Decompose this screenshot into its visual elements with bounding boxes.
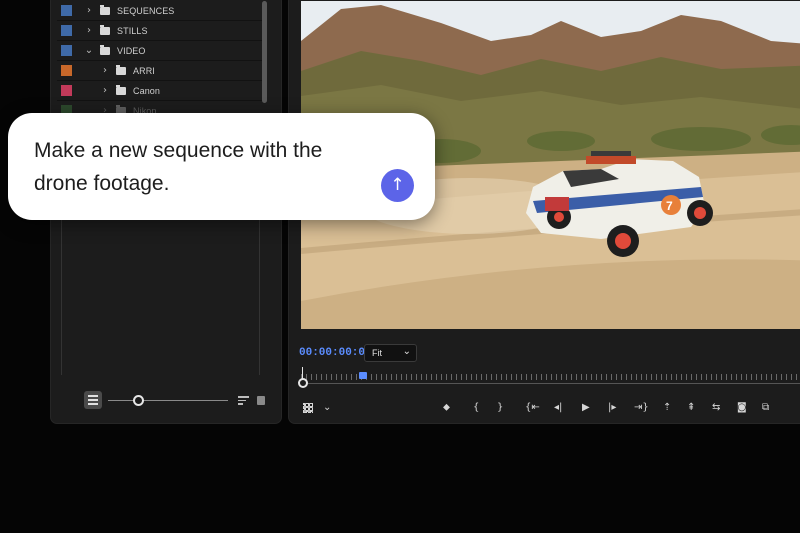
folder-icon: [116, 84, 126, 95]
mark-out-icon[interactable]: }: [497, 399, 503, 417]
project-scrollbar[interactable]: [262, 1, 267, 103]
bin-row[interactable]: › STILLS: [57, 21, 263, 41]
scrubber-handle[interactable]: [298, 378, 308, 388]
bin-row[interactable]: › Canon: [57, 81, 263, 101]
prompt-text[interactable]: Make a new sequence with the drone foota…: [34, 134, 374, 200]
project-footer-toolbar: [81, 391, 271, 411]
folder-icon: [100, 44, 110, 55]
project-bin-list: › SEQUENCES › STILLS ⌄ VIDEO › ARRI › Canon › Nikon: [57, 1, 263, 121]
chevron-right-icon[interactable]: ›: [100, 85, 110, 96]
comparison-view-icon[interactable]: ⧉: [762, 399, 769, 417]
chevron-down-icon[interactable]: ⌄: [323, 399, 331, 417]
step-forward-icon[interactable]: |▸: [608, 399, 616, 417]
label-color-swatch[interactable]: [61, 65, 72, 76]
send-button[interactable]: ↑: [381, 169, 414, 202]
step-back-icon[interactable]: ◂|: [554, 399, 562, 417]
time-ruler-baseline: [301, 383, 800, 384]
transport-controls: ⌄ ⬥ {} {⇤ ◂| ▶ |▸ ⇥} ⇡ ⇞ ⇆ ◙ ⧉: [289, 399, 800, 417]
chevron-right-icon[interactable]: ›: [100, 65, 110, 76]
settings-grid-icon[interactable]: [303, 403, 313, 413]
go-to-out-icon[interactable]: ⇥}: [634, 399, 649, 417]
ai-prompt-bubble[interactable]: Make a new sequence with the drone foota…: [8, 113, 435, 220]
bin-label: Canon: [133, 85, 161, 96]
playhead-timecode[interactable]: 00:00:00:00: [299, 347, 372, 359]
playhead-handle[interactable]: [359, 372, 367, 379]
chevron-down-icon: ⌄: [402, 346, 411, 357]
folder-icon: [100, 24, 110, 35]
bin-label: VIDEO: [117, 45, 146, 56]
export-frame-icon[interactable]: ◙: [737, 399, 747, 417]
mark-in-icon[interactable]: {: [473, 399, 479, 417]
svg-text:7: 7: [666, 199, 673, 213]
column-divider: [259, 215, 260, 375]
label-color-swatch[interactable]: [61, 85, 72, 96]
extract-icon[interactable]: ⇞: [687, 399, 695, 417]
time-ruler[interactable]: [301, 374, 800, 380]
bin-label: ARRI: [133, 65, 155, 76]
insert-icon[interactable]: ⇆: [712, 399, 720, 417]
zoom-level-select[interactable]: Fit ⌄: [364, 344, 417, 362]
play-icon[interactable]: ▶: [582, 399, 590, 417]
chevron-right-icon[interactable]: ›: [84, 25, 94, 36]
bin-row[interactable]: ⌄ VIDEO: [57, 41, 263, 61]
folder-icon: [116, 64, 126, 75]
add-marker-icon[interactable]: ⬥: [443, 399, 450, 417]
bin-label: SEQUENCES: [117, 5, 175, 16]
list-view-icon[interactable]: [84, 391, 102, 409]
chevron-right-icon[interactable]: ›: [84, 5, 94, 16]
zoom-slider-handle[interactable]: [133, 395, 144, 406]
lift-icon[interactable]: ⇡: [663, 399, 671, 417]
label-color-swatch[interactable]: [61, 45, 72, 56]
bin-row[interactable]: › SEQUENCES: [57, 1, 263, 21]
zoom-level-value: Fit: [372, 348, 382, 358]
folder-icon: [100, 4, 110, 15]
bin-row[interactable]: › ARRI: [57, 61, 263, 81]
chevron-down-icon[interactable]: ⌄: [84, 45, 94, 56]
column-divider: [61, 215, 62, 375]
go-to-in-icon[interactable]: {⇤: [525, 399, 540, 417]
bin-label: STILLS: [117, 25, 148, 36]
label-color-swatch[interactable]: [61, 5, 72, 16]
new-bin-icon[interactable]: [257, 396, 265, 405]
zoom-slider-track[interactable]: [108, 400, 228, 401]
label-color-swatch[interactable]: [61, 25, 72, 36]
arrow-up-icon: ↑: [390, 175, 405, 195]
sort-icon[interactable]: [238, 396, 249, 405]
